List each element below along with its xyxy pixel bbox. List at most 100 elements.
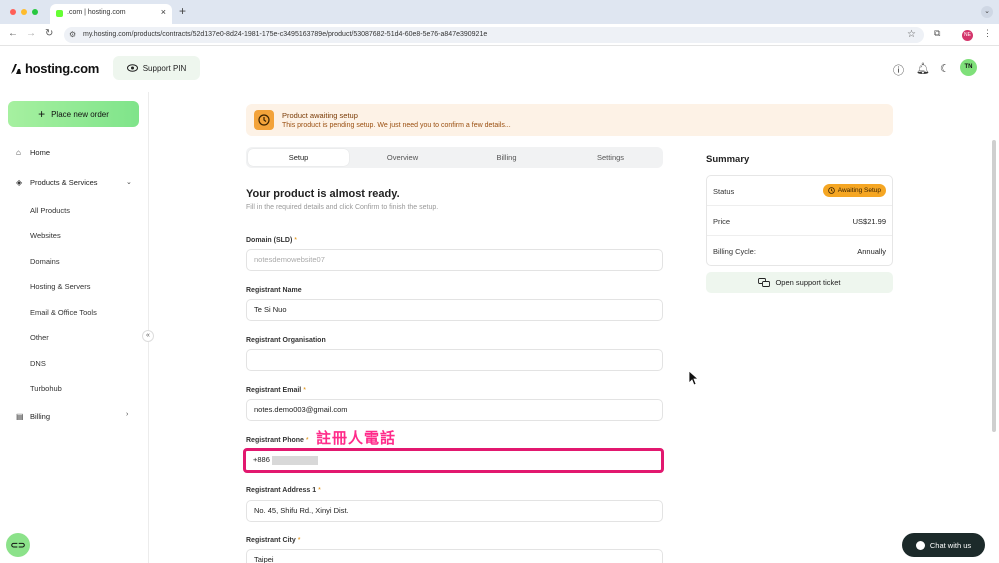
sidebar-item-turbohub[interactable]: Turbohub	[30, 384, 62, 393]
eye-icon	[126, 64, 138, 72]
support-pin-button[interactable]: Support PIN	[113, 56, 200, 80]
domain-label: Domain (SLD) *	[246, 237, 297, 244]
sidebar-item-label: Home	[30, 148, 51, 157]
collapse-sidebar-button[interactable]: «	[142, 330, 154, 342]
registrant-email-label: Registrant Email *	[246, 387, 306, 394]
logo-text: hosting.com	[25, 61, 99, 76]
summary-value: US$21.99	[852, 217, 886, 226]
reload-icon[interactable]: ↻	[45, 28, 53, 39]
logo[interactable]: hosting.com	[10, 61, 99, 76]
help-icon[interactable]: ⓘ	[893, 62, 904, 78]
back-icon[interactable]: ←	[8, 28, 18, 39]
status-badge-label: Awaiting Setup	[837, 187, 881, 194]
summary-card: Status Awaiting Setup Price US$21.99 Bil…	[706, 175, 893, 266]
site-info-icon[interactable]: ⚙	[69, 30, 76, 39]
sidebar-item-products-services[interactable]: ◈ Products & Services	[16, 178, 98, 187]
notification-bell-icon[interactable]: 🔔︎	[916, 62, 930, 75]
scrollbar[interactable]	[992, 140, 996, 432]
tab-setup[interactable]: Setup	[248, 149, 349, 166]
alert-description: This product is pending setup. We just n…	[282, 122, 511, 129]
plus-icon: +	[38, 107, 46, 121]
browser-tab[interactable]: .com | hosting.com ×	[50, 4, 172, 24]
page-subtitle: Fill in the required details and click C…	[246, 204, 439, 211]
registrant-city-input[interactable]: Taipei	[246, 549, 663, 563]
sidebar-item-websites[interactable]: Websites	[30, 231, 61, 240]
sidebar-item-home[interactable]: ⌂ Home	[16, 148, 50, 157]
page-title: Your product is almost ready.	[246, 188, 400, 200]
browser-menu-icon[interactable]: ⋮	[983, 28, 992, 39]
close-window-button[interactable]	[10, 9, 16, 15]
url-field[interactable]: ⚙ my.hosting.com/products/contracts/52d1…	[64, 27, 924, 43]
bookmark-star-icon[interactable]: ☆	[907, 29, 916, 40]
address-bar-row: ← → ↻ ⚙ my.hosting.com/products/contract…	[0, 24, 999, 46]
alert-title: Product awaiting setup	[282, 111, 358, 120]
url-text: my.hosting.com/products/contracts/52d137…	[83, 31, 488, 38]
setup-alert: Product awaiting setup This product is p…	[246, 104, 893, 136]
open-support-ticket-button[interactable]: Open support ticket	[706, 272, 893, 293]
sidebar-item-hosting-servers[interactable]: Hosting & Servers	[30, 282, 90, 291]
summary-row-price: Price US$21.99	[707, 206, 892, 236]
chat-icon	[915, 540, 925, 550]
place-new-order-label: Place new order	[51, 109, 109, 119]
sidebar-item-domains[interactable]: Domains	[30, 257, 60, 266]
sidebar-item-email-office-tools[interactable]: Email & Office Tools	[30, 308, 97, 317]
favicon-icon	[56, 10, 63, 17]
sidebar-item-label: Products & Services	[30, 178, 98, 187]
tab-search-icon[interactable]: ⌄	[981, 6, 993, 18]
registrant-name-input[interactable]: Te Si Nuo	[246, 299, 663, 321]
new-tab-button[interactable]: +	[179, 4, 186, 18]
mouse-cursor-icon	[688, 370, 698, 386]
registrant-org-input[interactable]	[246, 349, 663, 371]
summary-title: Summary	[706, 154, 750, 165]
sidebar-item-other[interactable]: Other	[30, 333, 49, 342]
maximize-window-button[interactable]	[32, 9, 38, 15]
chevron-down-icon[interactable]: ⌄	[126, 178, 132, 186]
summary-row-billing-cycle: Billing Cycle: Annually	[707, 236, 892, 266]
chevron-right-icon[interactable]: ›	[126, 411, 128, 418]
summary-key: Price	[713, 217, 731, 226]
app-header: hosting.com Support PIN ⓘ 🔔︎ ☾ TN	[0, 46, 999, 92]
receipt-icon: ▤	[16, 412, 24, 421]
chat-with-us-button[interactable]: Chat with us	[902, 533, 985, 557]
dark-mode-icon[interactable]: ☾	[940, 62, 950, 75]
tab-billing[interactable]: Billing	[456, 149, 557, 166]
chat-bubbles-icon	[758, 277, 771, 287]
sidebar-item-dns[interactable]: DNS	[30, 359, 46, 368]
forward-icon[interactable]: →	[26, 28, 36, 39]
tab-overview[interactable]: Overview	[352, 149, 453, 166]
support-label: Open support ticket	[775, 278, 841, 287]
annotation-label: 註冊人電話	[316, 429, 397, 447]
registrant-email-input[interactable]: notes.demo003@gmail.com	[246, 399, 663, 421]
extensions-icon[interactable]: ⧉	[934, 28, 940, 39]
clock-icon	[827, 187, 835, 194]
support-pin-label: Support PIN	[142, 63, 187, 73]
browser-tab-bar: .com | hosting.com × + ⌄	[0, 0, 999, 24]
summary-value: Annually	[857, 247, 886, 256]
user-avatar[interactable]: TN	[960, 59, 977, 76]
annotation-highlight-box	[243, 448, 664, 473]
chat-launcher-button[interactable]: ⊂⊃	[6, 533, 30, 557]
status-badge: Awaiting Setup	[822, 184, 886, 197]
summary-row-status: Status Awaiting Setup	[707, 176, 892, 206]
home-icon: ⌂	[16, 148, 21, 157]
place-new-order-button[interactable]: + Place new order	[8, 101, 139, 127]
profile-avatar[interactable]: NE	[962, 30, 973, 41]
chat-label: Chat with us	[929, 540, 972, 550]
minimize-window-button[interactable]	[21, 9, 27, 15]
registrant-name-label: Registrant Name	[246, 287, 302, 294]
registrant-phone-label: Registrant Phone *	[246, 437, 309, 444]
sidebar-item-billing[interactable]: ▤ Billing	[16, 412, 50, 421]
summary-key: Status	[713, 187, 735, 196]
sidebar-item-label: Billing	[30, 412, 51, 421]
domain-input[interactable]: notesdemowebsite07	[246, 249, 663, 271]
registrant-city-label: Registrant City *	[246, 537, 301, 544]
registrant-address-input[interactable]: No. 45, Shifu Rd., Xinyi Dist.	[246, 500, 663, 522]
registrant-org-label: Registrant Organisation	[246, 337, 326, 344]
link-icon: ⊂⊃	[10, 539, 26, 550]
close-tab-icon[interactable]: ×	[161, 7, 166, 17]
clock-icon	[254, 110, 274, 130]
tab-settings[interactable]: Settings	[560, 149, 661, 166]
product-tabs: Setup Overview Billing Settings	[246, 147, 663, 168]
layers-icon: ◈	[16, 178, 23, 187]
sidebar-item-all-products[interactable]: All Products	[30, 206, 70, 215]
